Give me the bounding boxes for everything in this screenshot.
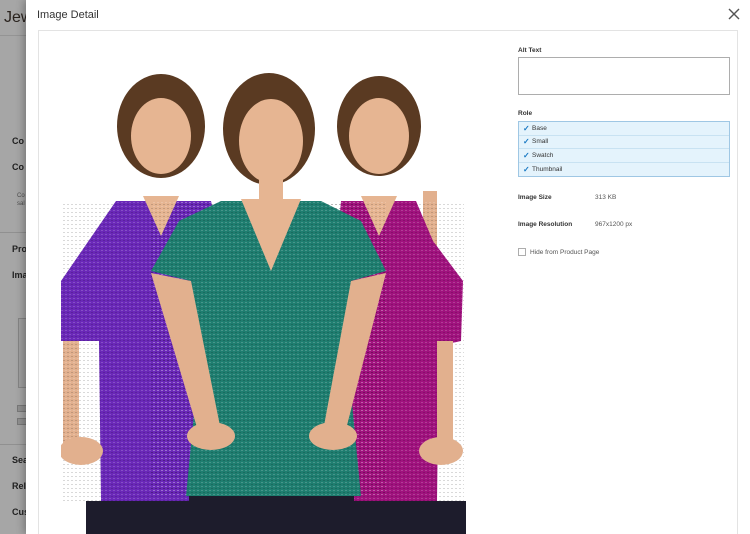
role-option-label: Base xyxy=(532,124,547,132)
modal-title: Image Detail xyxy=(37,9,99,21)
image-resolution-label: Image Resolution xyxy=(518,221,573,228)
check-icon: ✓ xyxy=(523,123,530,133)
image-resolution-value: 967x1200 px xyxy=(595,221,633,228)
image-size-label: Image Size xyxy=(518,194,552,201)
modal-body: Alt Text Role ✓ Base ✓ Small ✓ Swatch ✓ … xyxy=(38,31,738,534)
image-detail-modal: Image Detail Alt Text Role ✓ Base ✓ Smal… xyxy=(26,0,750,534)
role-option-small[interactable]: ✓ Small xyxy=(519,136,729,149)
role-option-base[interactable]: ✓ Base xyxy=(519,122,729,136)
alt-text-input[interactable] xyxy=(518,57,730,95)
close-icon xyxy=(728,8,740,20)
hide-from-product-page-label: Hide from Product Page xyxy=(530,248,600,256)
product-image xyxy=(61,41,489,534)
hide-from-product-page[interactable]: Hide from Product Page xyxy=(518,248,599,256)
role-option-swatch[interactable]: ✓ Swatch xyxy=(519,149,729,163)
alt-text-label: Alt Text xyxy=(518,47,542,54)
role-option-label: Small xyxy=(532,138,549,146)
role-option-label: Swatch xyxy=(532,151,554,159)
close-button[interactable] xyxy=(726,6,742,22)
role-option-thumbnail[interactable]: ✓ Thumbnail xyxy=(519,163,729,177)
hide-from-product-page-checkbox[interactable] xyxy=(518,248,526,256)
role-select[interactable]: ✓ Base ✓ Small ✓ Swatch ✓ Thumbnail xyxy=(518,121,730,177)
check-icon: ✓ xyxy=(523,137,530,147)
check-icon: ✓ xyxy=(523,150,530,160)
check-icon: ✓ xyxy=(523,164,530,174)
role-option-label: Thumbnail xyxy=(532,165,563,173)
image-size-value: 313 KB xyxy=(595,194,617,201)
role-label: Role xyxy=(518,110,533,117)
